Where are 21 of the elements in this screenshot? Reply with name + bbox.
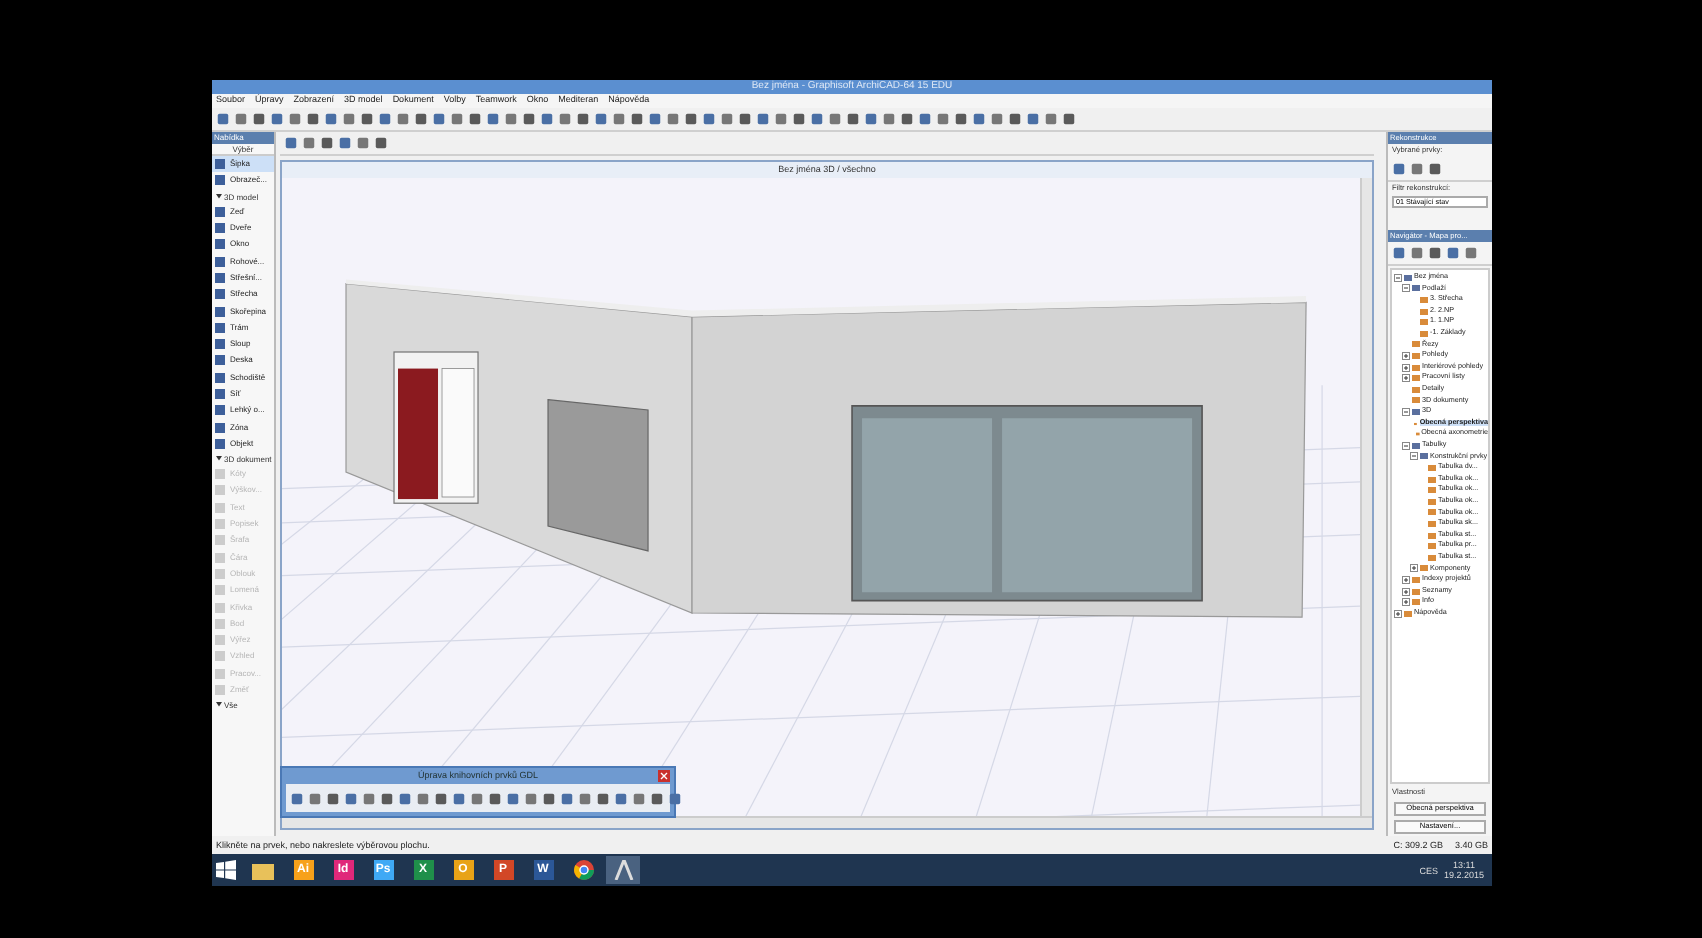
expander-icon[interactable] (1394, 609, 1402, 618)
close-icon[interactable] (658, 770, 670, 782)
expander-icon[interactable] (1402, 374, 1410, 383)
expander-icon[interactable] (1402, 441, 1410, 450)
expander-icon[interactable] (1402, 575, 1410, 584)
caret-icon[interactable] (216, 193, 222, 200)
windows-logo-icon[interactable] (212, 860, 240, 880)
scrollbar[interactable] (282, 816, 1372, 828)
caret-icon[interactable] (216, 702, 222, 709)
expander-icon[interactable] (1402, 587, 1410, 596)
scrollbar[interactable] (1360, 178, 1372, 816)
expander-icon[interactable] (1402, 363, 1410, 372)
expander-icon[interactable] (1402, 352, 1410, 361)
expander-icon[interactable] (1402, 598, 1410, 607)
expander-icon[interactable] (1402, 408, 1410, 417)
expander-icon[interactable] (1402, 284, 1410, 293)
caret-icon[interactable] (216, 456, 222, 463)
expander-icon[interactable] (1410, 452, 1418, 461)
expander-icon[interactable] (1394, 273, 1402, 282)
app-icon[interactable] (606, 856, 640, 884)
expander-icon[interactable] (1410, 564, 1418, 573)
